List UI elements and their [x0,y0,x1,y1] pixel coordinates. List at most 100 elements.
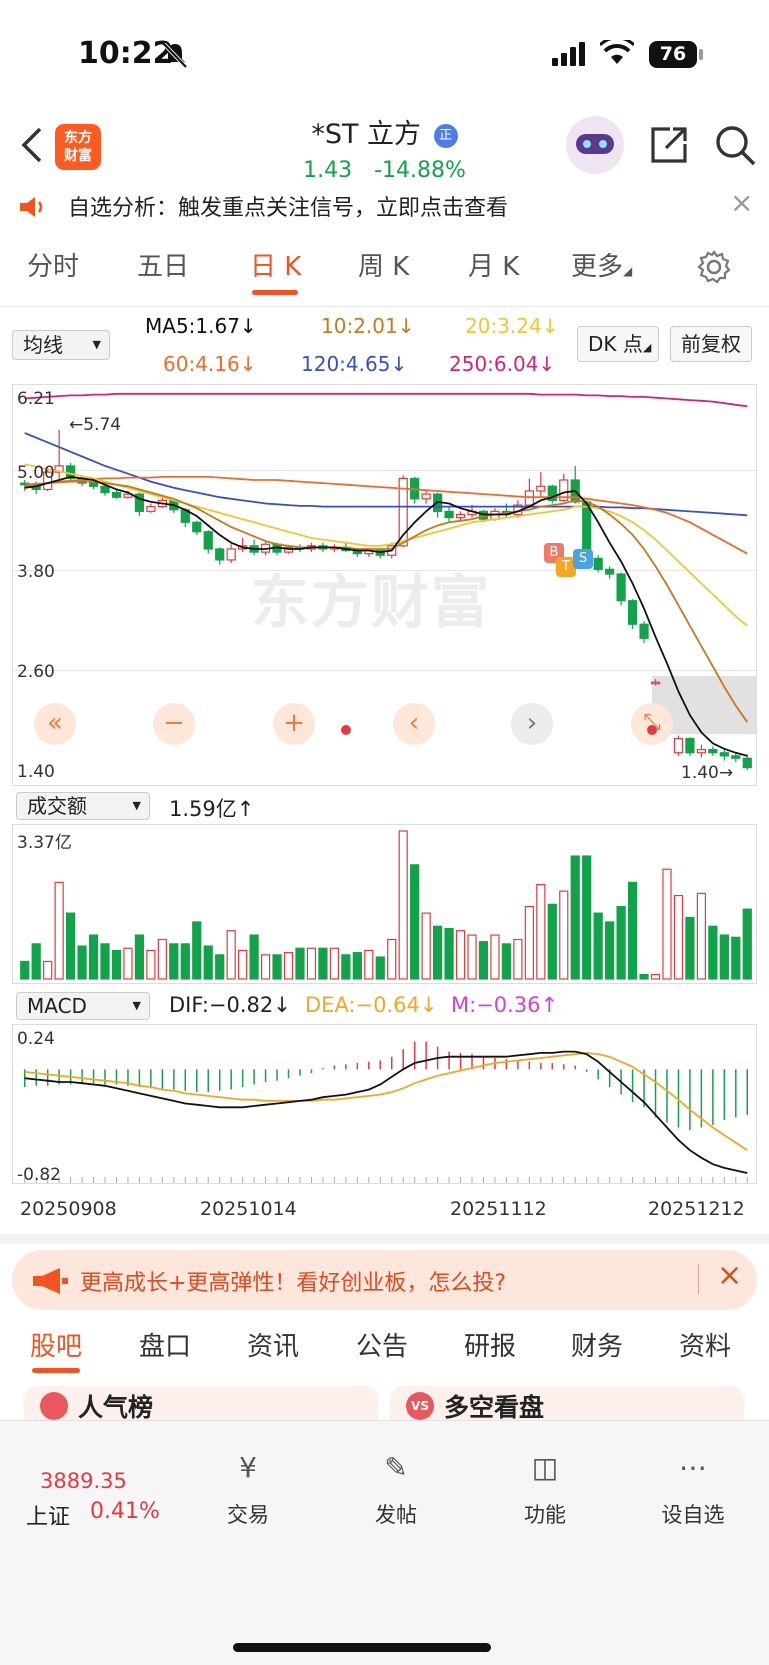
function-icon[interactable]: ◫ [505,1451,585,1484]
price-axis-2: 5.00 [17,463,55,483]
long-short-card[interactable]: VS 多空看盘 [390,1386,744,1422]
tab-research[interactable]: 研报 [464,1326,516,1363]
tab-day-k[interactable]: 日 K [250,246,301,283]
volume-bar [146,949,156,980]
volume-chart[interactable]: 3.37亿 [12,824,757,984]
volume-bar [364,949,374,980]
candle-body [731,755,741,759]
tab-minute[interactable]: 分时 [27,246,79,283]
index-value[interactable]: 3889.35 [40,1469,127,1493]
popularity-card[interactable]: 人气榜 [24,1386,378,1422]
zoom-out-button[interactable]: − [153,703,195,745]
candle-body [696,749,707,754]
tab-pankou[interactable]: 盘口 [139,1326,191,1363]
scroll-left-button[interactable]: ‹ [393,703,435,745]
promo-close-button[interactable]: × [717,1258,742,1293]
assistant-avatar[interactable] [566,116,624,174]
post-icon[interactable]: ✎ [356,1451,436,1484]
tab-five-day[interactable]: 五日 [137,246,189,283]
search-icon[interactable] [714,124,758,168]
volume-select[interactable]: 成交额 ▼ [16,792,150,820]
volume-bar [169,943,179,980]
volume-bar [123,947,133,980]
volume-bar [375,956,385,980]
share-icon[interactable] [648,124,690,166]
content-tab-underline [32,1368,80,1373]
fullscreen-button[interactable]: ⤡ [631,703,673,745]
signal-marker-s[interactable]: S [573,549,593,569]
candle-body [616,573,626,602]
tab-news[interactable]: 资讯 [247,1326,299,1363]
high-annotation: ←5.74 [69,415,122,435]
volume-value: 1.59亿↑ [169,797,255,821]
tab-month-k[interactable]: 月 K [468,246,519,283]
macd-select[interactable]: MACD ▼ [16,992,150,1020]
candle-body [593,557,603,570]
battery-cap [699,49,703,60]
adjust-price-button[interactable]: 前复权 [670,326,752,362]
macd-svg [23,1041,749,1183]
home-indicator [233,1643,491,1652]
date-label-1: 20250908 [20,1198,117,1220]
candle-body [192,521,202,533]
scroll-start-button[interactable]: « [34,703,76,745]
candle-body [742,757,752,769]
date-label-3: 20251112 [450,1198,547,1220]
macd-chevron-icon: ▼ [132,999,141,1012]
volume-bar [662,868,672,980]
candle-body [605,568,615,575]
tab-announcement[interactable]: 公告 [356,1326,408,1363]
nav-add-watch[interactable]: 设自选 [653,1499,733,1529]
candle-body [111,491,122,498]
nav-post[interactable]: 发帖 [356,1499,436,1529]
speaker-icon [20,197,43,217]
dk-point-label: DK 点 [588,332,643,356]
macd-select-label: MACD [27,994,87,1018]
promo-text: 更高成长+更高弹性！看好创业板，怎么投? [80,1271,507,1296]
volume-bar [650,974,661,980]
volume-bar [65,912,76,980]
long-short-title: 多空看盘 [444,1393,545,1422]
mute-bell-icon [162,42,188,69]
candle-body [88,482,99,487]
tab-finance[interactable]: 财务 [571,1326,623,1363]
tab-more[interactable]: 更多◢ [571,246,632,283]
nav-trade[interactable]: 交易 [208,1499,288,1529]
ma120-value: 120:4.65↓ [301,352,408,376]
volume-bar [455,930,466,980]
scroll-right-button[interactable]: › [511,703,553,745]
macd-chart[interactable]: 0.24 -0.82 [12,1024,757,1185]
nav-function[interactable]: 功能 [505,1499,585,1529]
volume-bar [444,927,454,980]
volume-bar [226,930,236,980]
volume-bar [524,905,534,980]
volume-bar [238,949,248,980]
settings-gear-icon[interactable] [697,250,731,284]
date-label-4: 20251212 [648,1198,745,1220]
date-label-2: 20251014 [200,1198,297,1220]
trade-icon[interactable]: ¥ [208,1451,288,1484]
kline-chart[interactable]: 东方财富 6.21 5.00 3.80 2.60 1.40 ←5.74 1.40… [12,384,757,786]
tab-guba[interactable]: 股吧 [30,1326,82,1363]
ma250-line [24,392,748,408]
low-value: 1.40 [681,763,719,783]
volume-bar [100,943,110,980]
tab-profile[interactable]: 资料 [679,1326,731,1363]
volume-bar [719,934,729,980]
dif-value: DIF:−0.82↓ [169,993,291,1017]
index-name[interactable]: 上证 [26,1499,70,1531]
indicator-select[interactable]: 均线 ▼ [12,330,110,360]
stock-name: *ST 立方 [311,119,422,150]
tab-week-k[interactable]: 周 K [358,246,409,283]
promo-banner[interactable]: 更高成长+更高弹性！看好创业板，怎么投? × [12,1250,757,1310]
index-change[interactable]: 0.41% [90,1499,160,1524]
volume-bar [536,883,546,980]
notice-close-button[interactable]: × [730,186,753,219]
volume-bar [215,954,225,980]
ma10-line [24,480,749,723]
dk-point-button[interactable]: DK 点◢ [577,326,659,362]
price-axis-4: 2.60 [17,662,55,682]
notice-banner[interactable]: 自选分析：触发重点关注信号，立即点击查看 × [0,186,769,226]
zoom-in-button[interactable]: + [273,703,315,745]
more-dots-icon[interactable]: ⋯ [653,1451,733,1484]
